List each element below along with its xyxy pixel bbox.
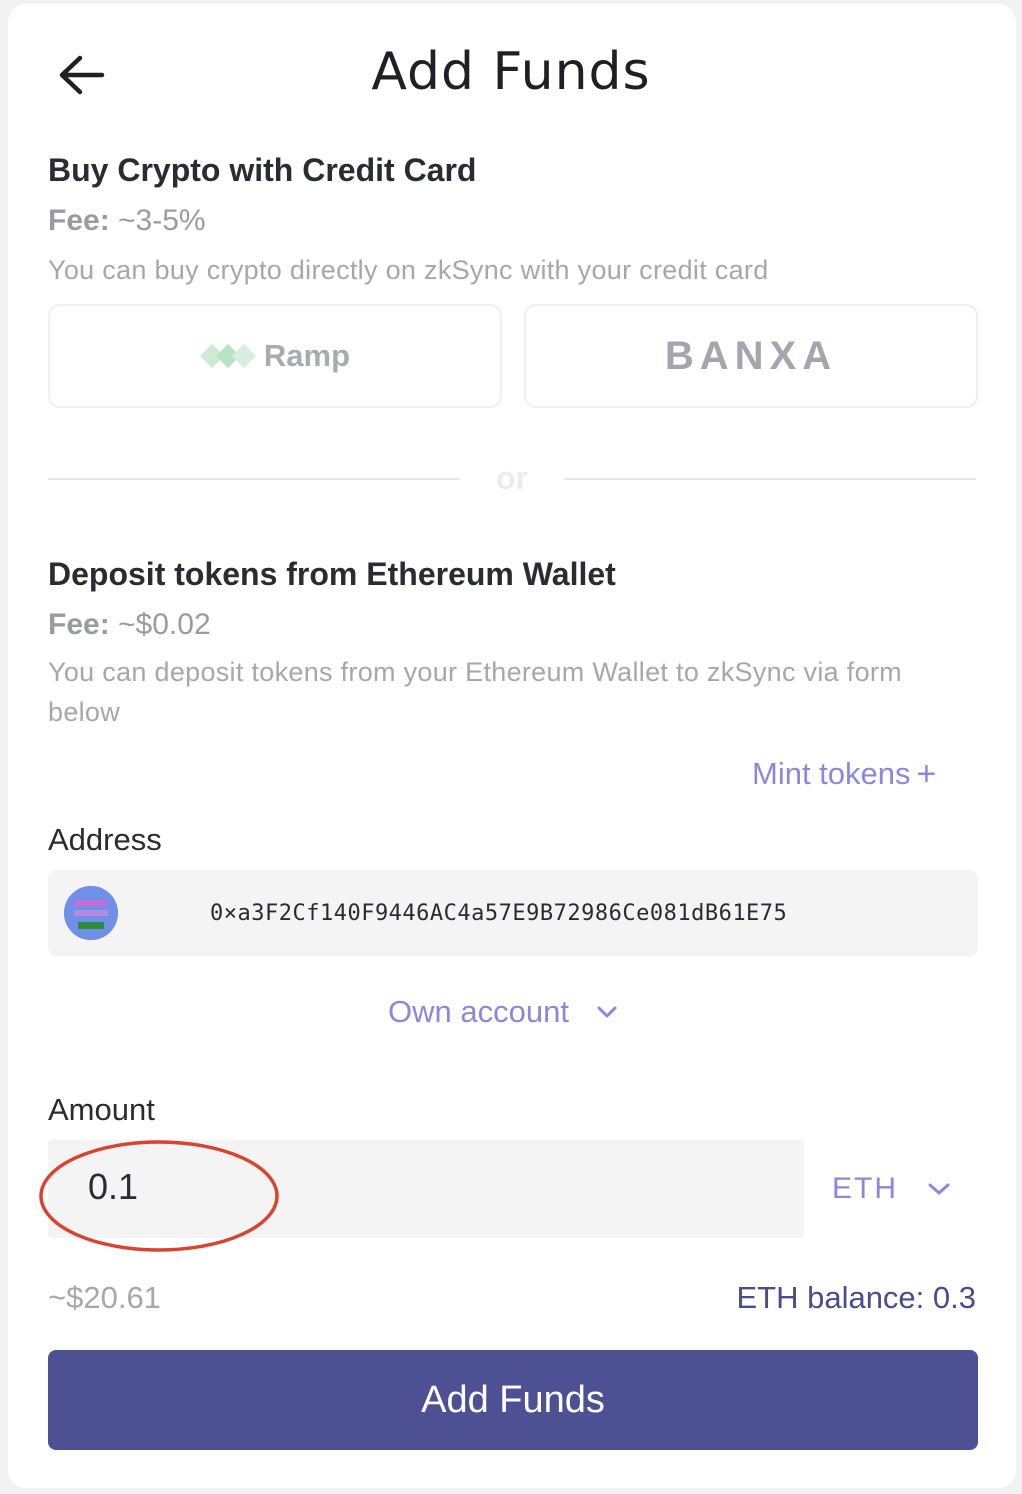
fee-value: ~$0.02 — [118, 608, 211, 641]
plus-icon: + — [916, 755, 937, 793]
deposit-description: You can deposit tokens from your Ethereu… — [48, 657, 902, 727]
mint-tokens-link[interactable]: Mint tokens + — [752, 756, 936, 792]
mint-tokens-label: Mint tokens — [752, 756, 911, 791]
identicon-icon — [64, 886, 118, 940]
usd-value: ~$20.61 — [48, 1280, 161, 1315]
fee-value: ~3-5% — [118, 204, 206, 237]
divider-left — [48, 478, 460, 480]
banxa-provider-button[interactable]: BANXA — [524, 304, 978, 408]
amount-field[interactable] — [48, 1140, 804, 1238]
fee-label: Fee: — [48, 204, 110, 237]
address-field[interactable]: 0×a3F2Cf140F9446AC4a57E9B72986Ce081dB61E… — [48, 870, 978, 956]
token-select[interactable]: ETH — [832, 1172, 950, 1206]
fee-label: Fee: — [48, 608, 110, 641]
divider-or-text: or — [496, 460, 528, 496]
credit-card-section-title: Buy Crypto with Credit Card — [48, 152, 477, 188]
eth-balance[interactable]: ETH balance: 0.3 — [736, 1280, 976, 1316]
ramp-logo-icon — [199, 344, 256, 368]
credit-card-fee: Fee: ~3-5% — [48, 204, 206, 238]
address-value: 0×a3F2Cf140F9446AC4a57E9B72986Ce081dB61E… — [210, 900, 788, 926]
account-type-label: Own account — [388, 994, 569, 1029]
account-type-dropdown[interactable]: Own account — [388, 994, 617, 1030]
page-title: Add Funds — [371, 42, 651, 102]
avatar — [64, 886, 118, 940]
divider-right — [564, 478, 976, 480]
amount-input[interactable] — [88, 1166, 488, 1208]
deposit-section-title: Deposit tokens from Ethereum Wallet — [48, 556, 616, 592]
address-label: Address — [48, 822, 162, 857]
deposit-fee: Fee: ~$0.02 — [48, 608, 211, 642]
banxa-label: BANXA — [664, 333, 838, 378]
ramp-provider-button[interactable]: Ramp — [48, 304, 502, 408]
ramp-label: Ramp — [263, 338, 351, 373]
add-funds-button[interactable]: Add Funds — [48, 1350, 978, 1450]
chevron-down-icon — [597, 1006, 617, 1018]
credit-card-description: You can buy crypto directly on zkSync wi… — [48, 255, 769, 285]
chevron-down-icon — [928, 1183, 950, 1195]
token-label: ETH — [832, 1172, 898, 1205]
amount-label: Amount — [48, 1092, 155, 1127]
